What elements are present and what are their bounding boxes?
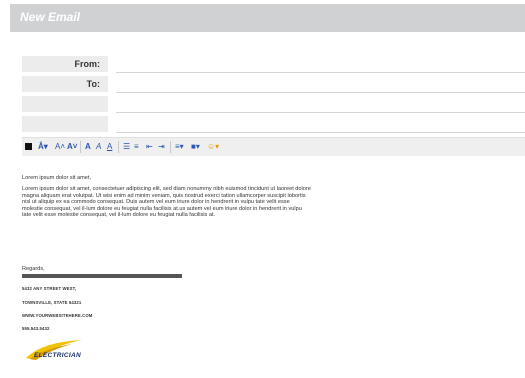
signature-phone: 555.543.5432 <box>22 326 50 331</box>
bold-a-icon[interactable]: A <box>85 141 91 153</box>
from-label: From: <box>22 56 108 72</box>
signature-address2: TOWNSVILLE, STATE 54321 <box>22 300 82 305</box>
align-icon[interactable]: ≡▾ <box>175 141 184 153</box>
extra-label-2 <box>22 116 108 132</box>
highlight-icon[interactable]: ■▾ <box>191 141 200 153</box>
from-field[interactable] <box>116 56 525 73</box>
title-bar: New Email <box>10 4 525 32</box>
email-compose-window: New Email From: To: Â▾ A˄ A˅ A A A ☰ ≡ … <box>10 4 525 378</box>
extra-field-1[interactable] <box>116 96 525 113</box>
electrician-logo: ELECTRICIAN <box>22 338 142 368</box>
logo-text: ELECTRICIAN <box>34 352 81 359</box>
formatting-toolbar: Â▾ A˄ A˅ A A A ☰ ≡ ⇤ ⇥ ≡▾ ■▾ ☺▾ <box>22 137 525 156</box>
toolbar-divider <box>80 141 81 153</box>
toolbar-divider <box>170 141 171 153</box>
to-label: To: <box>22 76 108 92</box>
to-field[interactable] <box>116 76 525 93</box>
signature-divider <box>22 274 182 278</box>
extra-row-1 <box>22 96 525 113</box>
underline-a-icon[interactable]: A <box>107 141 112 153</box>
message-body[interactable]: Lorem ipsum dolor sit amet, consectetuer… <box>22 186 312 219</box>
font-size-icon[interactable]: Â▾ <box>38 141 48 153</box>
toolbar-divider <box>118 141 119 153</box>
bullet-list-icon[interactable]: ☰ <box>123 141 130 153</box>
closing-text: Regards, <box>22 266 45 272</box>
extra-label-1 <box>22 96 108 112</box>
body-paragraph: Lorem ipsum dolor sit amet, consectetuer… <box>22 186 311 219</box>
extra-field-2[interactable] <box>116 116 525 133</box>
signature-address1: 5432 ANY STREET WEST, <box>22 286 77 291</box>
emoji-icon[interactable]: ☺▾ <box>207 141 219 153</box>
italic-a-icon[interactable]: A <box>96 141 101 153</box>
from-row: From: <box>22 56 525 73</box>
extra-row-2 <box>22 116 525 133</box>
message-closing: Regards, <box>22 266 312 273</box>
to-row: To: <box>22 76 525 93</box>
text-color-icon[interactable] <box>25 143 32 150</box>
greeting-text: Lorem ipsum dolor sit amet, <box>22 175 92 181</box>
font-size-increase-icon[interactable]: A˄ <box>55 141 65 153</box>
font-size-decrease-icon[interactable]: A˅ <box>67 141 77 153</box>
outdent-icon[interactable]: ⇤ <box>146 141 153 153</box>
message-greeting: Lorem ipsum dolor sit amet, <box>22 175 312 182</box>
indent-icon[interactable]: ⇥ <box>158 141 165 153</box>
signature-website: WWW.YOURWEBSITEHERE.COM <box>22 313 93 318</box>
numbered-list-icon[interactable]: ≡ <box>134 141 139 153</box>
window-title: New Email <box>20 10 81 24</box>
